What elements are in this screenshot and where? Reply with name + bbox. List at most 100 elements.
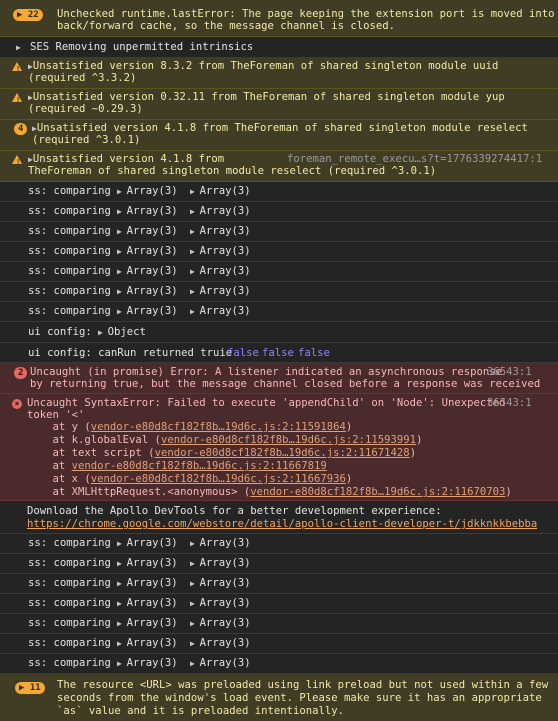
ss-label: ss: comparing: [28, 185, 111, 197]
apollo-devtools-link[interactable]: https://chrome.google.com/webstore/detai…: [27, 518, 537, 531]
stack-frame-link[interactable]: vendor-e80d8cf182f8b…19d6c.js:2:11670703: [250, 486, 505, 498]
expand-caret-icon[interactable]: ▶: [190, 599, 200, 608]
array-1[interactable]: ▶ Array(3): [117, 285, 178, 298]
array-1[interactable]: ▶ Array(3): [117, 185, 178, 198]
expand-caret-icon[interactable]: ▶: [16, 41, 21, 54]
array-1[interactable]: ▶ Array(3): [117, 305, 178, 318]
console-log-ui-config-object[interactable]: ui config: ▶ Object: [0, 322, 558, 343]
console-log-ss-comparing[interactable]: ss: comparing ▶ Array(3) ▶ Array(3): [0, 654, 558, 674]
console-error-syntax[interactable]: × Uncaught SyntaxError: Failed to execut…: [0, 394, 558, 501]
expand-caret-icon[interactable]: ▶: [117, 187, 127, 196]
expand-caret-icon[interactable]: ▶: [98, 328, 108, 337]
expand-caret-icon[interactable]: ▶: [190, 207, 200, 216]
array-1[interactable]: ▶ Array(3): [117, 557, 178, 570]
console-warning-reselect[interactable]: 4 ▶Unsatisfied version 4.1.8 from TheFor…: [0, 120, 558, 151]
expand-caret-icon[interactable]: ▶: [117, 207, 127, 216]
expand-caret-icon[interactable]: ▶: [117, 579, 127, 588]
expand-caret-icon[interactable]: ▶: [190, 619, 200, 628]
expand-caret-icon[interactable]: ▶: [190, 267, 200, 276]
console-log-ss-comparing[interactable]: ss: comparing ▶ Array(3) ▶ Array(3): [0, 262, 558, 282]
array-2[interactable]: ▶ Array(3): [190, 185, 251, 198]
console-log-ss-comparing[interactable]: ss: comparing ▶ Array(3) ▶ Array(3): [0, 242, 558, 262]
console-log-apollo[interactable]: Download the Apollo DevTools for a bette…: [0, 501, 558, 534]
expand-caret-icon[interactable]: ▶: [117, 247, 127, 256]
expand-caret-icon[interactable]: ▶: [117, 619, 127, 628]
console-log-ss-comparing[interactable]: ss: comparing ▶ Array(3) ▶ Array(3): [0, 282, 558, 302]
array-2[interactable]: ▶ Array(3): [190, 245, 251, 258]
expand-caret-icon[interactable]: ▶: [190, 659, 200, 668]
expand-caret-icon[interactable]: ▶: [117, 659, 127, 668]
array-1[interactable]: ▶ Array(3): [117, 637, 178, 650]
expand-caret-icon[interactable]: ▶: [190, 247, 200, 256]
stack-frame: at y (vendor-e80d8cf182f8b…19d6c.js:2:11…: [27, 421, 353, 433]
expand-caret-icon[interactable]: ▶: [117, 307, 127, 316]
array-1[interactable]: ▶ Array(3): [117, 537, 178, 550]
object-value[interactable]: ▶ Object: [98, 326, 146, 339]
array-2[interactable]: ▶ Array(3): [190, 537, 251, 550]
array-2[interactable]: ▶ Array(3): [190, 617, 251, 630]
array-1[interactable]: ▶ Array(3): [117, 597, 178, 610]
console-log-ss-comparing[interactable]: ss: comparing ▶ Array(3) ▶ Array(3): [0, 302, 558, 322]
stack-frame-link[interactable]: vendor-e80d8cf182f8b…19d6c.js:2:11667936: [91, 473, 346, 485]
expand-caret-icon[interactable]: ▶: [190, 187, 200, 196]
expand-caret-icon[interactable]: ▶: [190, 559, 200, 568]
console-warning-uuid[interactable]: ! ▶Unsatisfied version 8.3.2 from TheFor…: [0, 58, 558, 89]
stack-frame-link[interactable]: vendor-e80d8cf182f8b…19d6c.js:2:11667819: [72, 460, 327, 472]
console-warning-preload[interactable]: ▶ 11 The resource <URL> was preloaded us…: [0, 674, 558, 721]
stack-frame-link[interactable]: vendor-e80d8cf182f8b…19d6c.js:2:11591864: [91, 421, 346, 433]
array-1[interactable]: ▶ Array(3): [117, 225, 178, 238]
console-log-ss-comparing[interactable]: ss: comparing ▶ Array(3) ▶ Array(3): [0, 554, 558, 574]
console-log-ss-comparing[interactable]: ss: comparing ▶ Array(3) ▶ Array(3): [0, 614, 558, 634]
expand-caret-icon[interactable]: ▶: [117, 287, 127, 296]
array-1[interactable]: ▶ Array(3): [117, 265, 178, 278]
console-log-ss-comparing[interactable]: ss: comparing ▶ Array(3) ▶ Array(3): [0, 634, 558, 654]
array-2[interactable]: ▶ Array(3): [190, 557, 251, 570]
array-2[interactable]: ▶ Array(3): [190, 637, 251, 650]
console-warning-lasterror[interactable]: ▶ 22 Unchecked runtime.lastError: The pa…: [0, 0, 558, 37]
console-log-ui-config-canrun[interactable]: ui config: canRun returned truie false f…: [0, 343, 558, 363]
console-warning-reselect-source[interactable]: ! ▶Unsatisfied version 4.1.8 from forema…: [0, 151, 558, 182]
source-link[interactable]: 36543:1: [487, 397, 532, 410]
expand-caret-icon[interactable]: ▶: [117, 559, 127, 568]
expand-caret-icon[interactable]: ▶: [117, 539, 127, 548]
expand-caret-icon[interactable]: ▶: [117, 599, 127, 608]
expand-caret-icon[interactable]: ▶: [117, 227, 127, 236]
console-log-ss-comparing[interactable]: ss: comparing ▶ Array(3) ▶ Array(3): [0, 222, 558, 242]
expand-caret-icon[interactable]: ▶: [190, 639, 200, 648]
console-log-ss-comparing[interactable]: ss: comparing ▶ Array(3) ▶ Array(3): [0, 594, 558, 614]
array-1[interactable]: ▶ Array(3): [117, 205, 178, 218]
array-2[interactable]: ▶ Array(3): [190, 597, 251, 610]
array-2[interactable]: ▶ Array(3): [190, 265, 251, 278]
console-log-ses[interactable]: ▶ SES Removing unpermitted intrinsics: [0, 37, 558, 58]
array-2[interactable]: ▶ Array(3): [190, 225, 251, 238]
array-1[interactable]: ▶ Array(3): [117, 617, 178, 630]
array-label: Array(3): [126, 185, 178, 197]
console-log-ss-comparing[interactable]: ss: comparing ▶ Array(3) ▶ Array(3): [0, 534, 558, 554]
expand-caret-icon[interactable]: ▶: [190, 287, 200, 296]
expand-caret-icon[interactable]: ▶: [117, 639, 127, 648]
console-error-uncaught-promise[interactable]: 2 Uncaught (in promise) Error: A listene…: [0, 363, 558, 394]
expand-caret-icon[interactable]: ▶: [190, 579, 200, 588]
message-text: Unsatisfied version 4.1.8 from TheForema…: [36, 122, 528, 134]
message-text: Unsatisfied version 4.1.8 from: [32, 153, 225, 165]
console-log-ss-comparing[interactable]: ss: comparing ▶ Array(3) ▶ Array(3): [0, 574, 558, 594]
array-1[interactable]: ▶ Array(3): [117, 577, 178, 590]
array-1[interactable]: ▶ Array(3): [117, 657, 178, 670]
ss-label: ss: comparing: [28, 657, 111, 669]
array-1[interactable]: ▶ Array(3): [117, 245, 178, 258]
stack-frame-link[interactable]: vendor-e80d8cf182f8b…19d6c.js:2:11593991: [161, 434, 416, 446]
array-2[interactable]: ▶ Array(3): [190, 205, 251, 218]
array-2[interactable]: ▶ Array(3): [190, 657, 251, 670]
console-log-ss-comparing[interactable]: ss: comparing ▶ Array(3) ▶ Array(3): [0, 182, 558, 202]
array-2[interactable]: ▶ Array(3): [190, 285, 251, 298]
expand-caret-icon[interactable]: ▶: [117, 267, 127, 276]
expand-caret-icon[interactable]: ▶: [190, 307, 200, 316]
stack-frame-link[interactable]: vendor-e80d8cf182f8b…19d6c.js:2:11671428: [155, 447, 410, 459]
console-warning-yup[interactable]: ! ▶Unsatisfied version 0.32.11 from TheF…: [0, 89, 558, 120]
console-log-ss-comparing[interactable]: ss: comparing ▶ Array(3) ▶ Array(3): [0, 202, 558, 222]
array-2[interactable]: ▶ Array(3): [190, 577, 251, 590]
expand-caret-icon[interactable]: ▶: [190, 539, 200, 548]
expand-caret-icon[interactable]: ▶: [190, 227, 200, 236]
array-2[interactable]: ▶ Array(3): [190, 305, 251, 318]
array-label: Array(3): [199, 185, 251, 197]
